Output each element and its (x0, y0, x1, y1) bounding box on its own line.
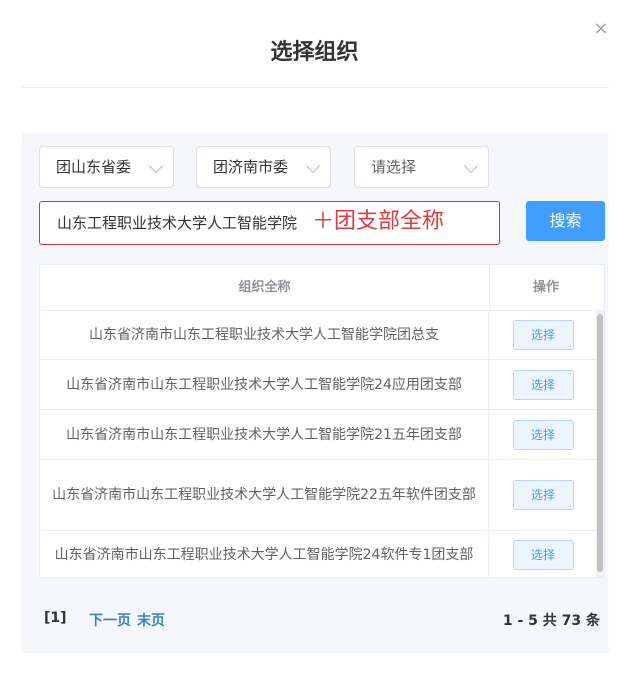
choose-button[interactable]: 选择 (512, 319, 574, 350)
org-name: 山东省济南市山东工程职业技术大学人工智能学院团总支 (40, 310, 489, 359)
search-button[interactable]: 搜索 (526, 201, 605, 241)
choose-button[interactable]: 选择 (512, 480, 574, 510)
org-level3-placeholder: 请选择 (371, 158, 417, 176)
province-select-value: 团山东省委 (56, 158, 132, 176)
header-action: 操作 (532, 280, 559, 295)
province-select[interactable]: 团山东省委 (39, 146, 174, 188)
org-name: 山东省济南市山东工程职业技术大学人工智能学院24应用团支部 (40, 360, 489, 409)
org-level3-select[interactable]: 请选择 (354, 146, 489, 188)
chevron-down-icon (148, 158, 164, 174)
org-name: 山东省济南市山东工程职业技术大学人工智能学院22五年软件团支部 (40, 460, 489, 530)
org-name: 山东省济南市山东工程职业技术大学人工智能学院21五年团支部 (40, 410, 489, 459)
next-page-link[interactable]: 下一页 (89, 610, 131, 630)
table-header: 组织全称 操作 (40, 265, 604, 311)
search-input-value: 山东工程职业技术大学人工智能学院 (57, 214, 298, 232)
table-row: 山东省济南市山东工程职业技术大学人工智能学院24软件专1团支部 选择 (40, 531, 596, 577)
current-page: [1] (44, 610, 67, 626)
table-scrollbar[interactable] (596, 310, 604, 577)
last-page-link[interactable]: 末页 (137, 610, 165, 630)
org-name: 山东省济南市山东工程职业技术大学人工智能学院24软件专1团支部 (40, 531, 489, 577)
dialog-title: 选择组织 (270, 40, 359, 65)
chevron-down-icon (305, 158, 321, 174)
scrollbar-thumb[interactable] (597, 314, 603, 572)
table-row: 山东省济南市山东工程职业技术大学人工智能学院22五年软件团支部 选择 (40, 460, 596, 531)
choose-button[interactable]: 选择 (512, 539, 574, 570)
choose-button[interactable]: 选择 (512, 369, 574, 400)
city-select-value: 团济南市委 (213, 158, 289, 176)
header-org-name: 组织全称 (40, 265, 490, 310)
search-annotation: ＋团支部全称 (312, 209, 445, 234)
choose-button[interactable]: 选择 (512, 419, 574, 450)
pagination-summary: 1 - 5 共 73 条 (502, 613, 600, 629)
search-input[interactable]: 山东工程职业技术大学人工智能学院 ＋团支部全称 (39, 201, 500, 245)
chevron-down-icon (463, 158, 479, 174)
table-row: 山东省济南市山东工程职业技术大学人工智能学院24应用团支部 选择 (40, 360, 596, 410)
table-row: 山东省济南市山东工程职业技术大学人工智能学院21五年团支部 选择 (40, 410, 596, 460)
title-divider (22, 87, 609, 88)
org-table: 组织全称 操作 山东省济南市山东工程职业技术大学人工智能学院团总支 选择 山东省… (39, 264, 605, 578)
table-row: 山东省济南市山东工程职业技术大学人工智能学院团总支 选择 (40, 310, 596, 360)
city-select[interactable]: 团济南市委 (196, 146, 331, 188)
